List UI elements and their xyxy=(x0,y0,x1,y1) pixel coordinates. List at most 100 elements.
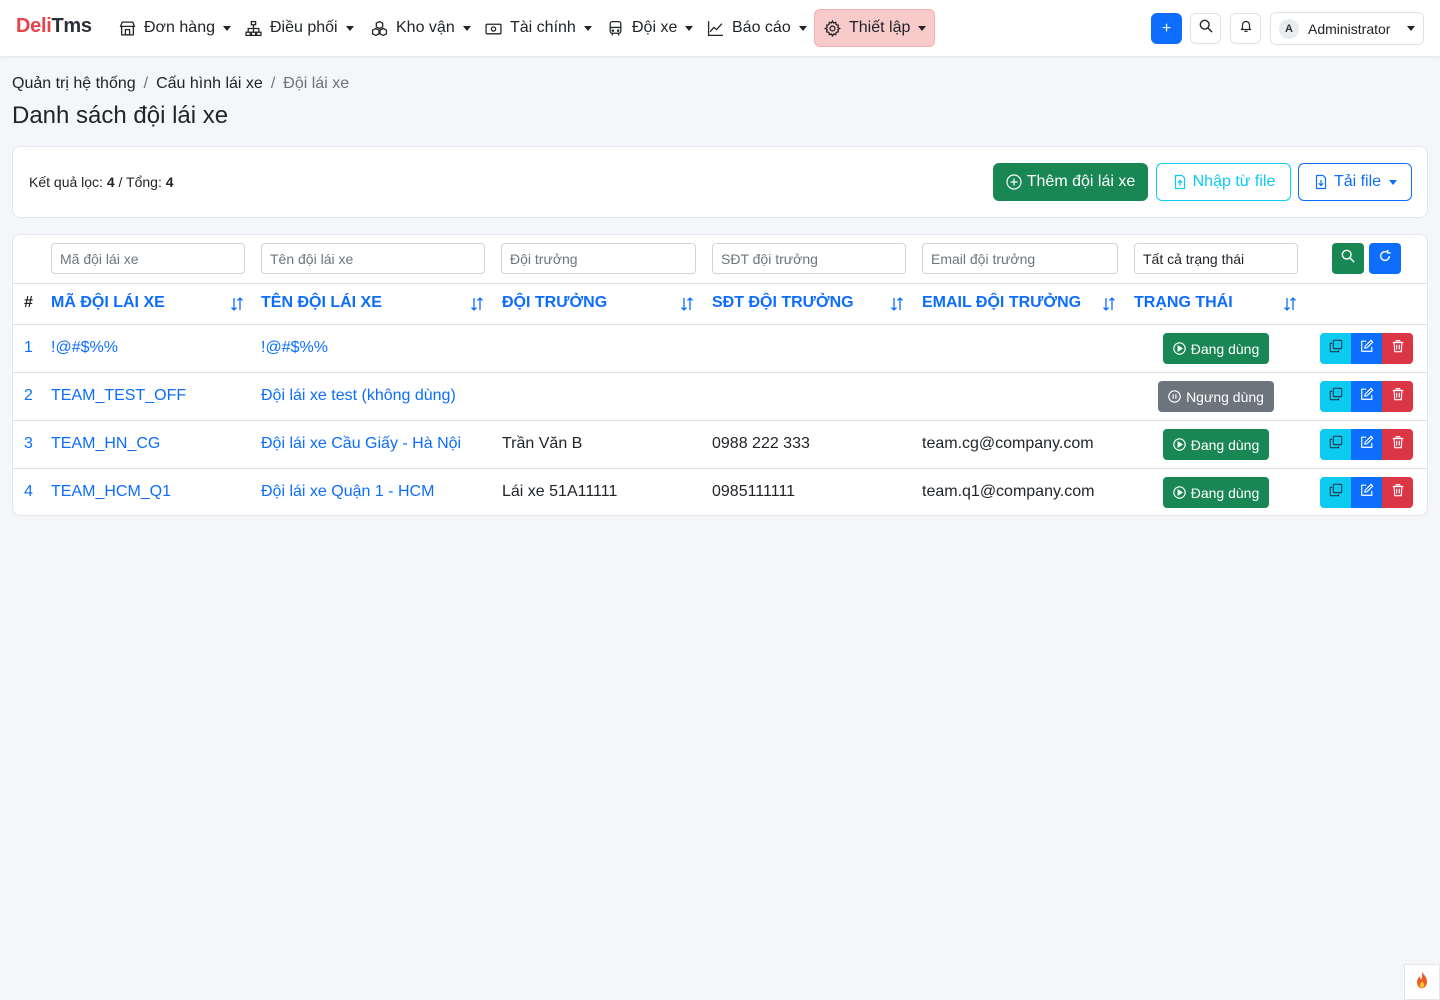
nav-doi-xe[interactable]: Đội xe xyxy=(598,9,701,47)
phone-filter-input[interactable]: SĐT đội trưởng xyxy=(712,243,906,274)
search-button[interactable] xyxy=(1190,13,1221,44)
col-email-header[interactable]: Email đội trưởng xyxy=(922,294,1081,312)
nav-kho-van[interactable]: Kho vận xyxy=(362,9,479,47)
divider xyxy=(13,372,1427,373)
nav-tai-chinh[interactable]: Tài chính xyxy=(476,9,600,47)
col-code-header[interactable]: Mã đội lái xe xyxy=(51,294,165,312)
edit-button[interactable] xyxy=(1351,477,1382,508)
row-index: 2 xyxy=(24,387,33,404)
nav-label: Báo cáo xyxy=(732,19,791,36)
quick-add-button[interactable]: + xyxy=(1151,13,1182,44)
status-filter-select[interactable]: Tất cả trạng thái xyxy=(1134,243,1298,274)
team-code-link[interactable]: TEAM_HN_CG xyxy=(51,435,160,453)
nav-label: Đội xe xyxy=(632,19,678,36)
gear-icon xyxy=(823,19,841,37)
brand-logo[interactable]: DeliTms xyxy=(16,15,92,38)
chevron-down-icon xyxy=(918,25,927,31)
delete-button[interactable] xyxy=(1382,429,1413,460)
plus-icon: + xyxy=(1161,19,1172,37)
search-icon xyxy=(1199,19,1213,38)
delete-button[interactable] xyxy=(1382,381,1413,412)
sort-icon[interactable] xyxy=(679,296,695,312)
nav-dieu-phoi[interactable]: Điều phối xyxy=(236,9,362,47)
sort-icon[interactable] xyxy=(229,296,245,312)
delete-button[interactable] xyxy=(1382,477,1413,508)
top-navbar: DeliTms Đơn hàng Điều phối Kho vận Tài c… xyxy=(0,0,1440,56)
col-phone-header[interactable]: SĐT đội trưởng xyxy=(712,294,854,312)
sort-icon[interactable] xyxy=(1282,296,1298,312)
team-name-link[interactable]: Đội lái xe Cầu Giấy - Hà Nội xyxy=(261,435,461,453)
breadcrumb-item[interactable]: Quản trị hệ thống xyxy=(12,75,136,93)
nav-don-hang[interactable]: Đơn hàng xyxy=(110,9,239,47)
delete-button[interactable] xyxy=(1382,333,1413,364)
filter-search-button[interactable] xyxy=(1332,243,1364,274)
nav-bao-cao[interactable]: Báo cáo xyxy=(698,9,815,47)
sort-icon[interactable] xyxy=(469,296,485,312)
col-leader-header[interactable]: Đội trưởng xyxy=(502,294,607,312)
import-file-button[interactable]: Nhập từ file xyxy=(1156,163,1291,201)
filter-reset-button[interactable] xyxy=(1369,243,1401,274)
chevron-down-icon xyxy=(685,25,694,31)
status-label: Đang dùng xyxy=(1190,484,1260,501)
team-name-link[interactable]: Đội lái xe Quận 1 - HCM xyxy=(261,483,434,501)
edit-icon xyxy=(1360,387,1374,406)
edit-button[interactable] xyxy=(1351,381,1382,412)
copy-icon xyxy=(1329,339,1343,358)
status-badge[interactable]: Đang dùng xyxy=(1163,333,1269,364)
team-email: team.q1@company.com xyxy=(922,483,1095,500)
name-filter-input[interactable]: Tên đội lái xe xyxy=(261,243,485,274)
user-menu[interactable]: A Administrator xyxy=(1270,12,1424,45)
total-label: / Tổng: xyxy=(118,174,162,190)
team-phone: 0985111111 xyxy=(712,483,796,500)
nav-label: Điều phối xyxy=(270,19,338,36)
leader-filter-input[interactable]: Đội trưởng xyxy=(501,243,696,274)
brand-part1: Deli xyxy=(16,15,52,37)
pause-circle-icon xyxy=(1168,390,1181,403)
col-status-header[interactable]: Trạng thái xyxy=(1134,294,1233,312)
fire-icon-button[interactable] xyxy=(1404,964,1440,1000)
sort-icon[interactable] xyxy=(889,296,905,312)
nav-thiet-lap[interactable]: Thiết lập xyxy=(814,9,936,47)
add-team-button[interactable]: Thêm đội lái xe xyxy=(993,163,1148,201)
team-code-link[interactable]: TEAM_HCM_Q1 xyxy=(51,483,171,501)
fire-icon xyxy=(1413,970,1431,995)
sort-icon[interactable] xyxy=(1101,296,1117,312)
avatar: A xyxy=(1279,18,1299,39)
copy-button[interactable] xyxy=(1320,381,1351,412)
status-badge[interactable]: Đang dùng xyxy=(1163,477,1269,508)
notifications-button[interactable] xyxy=(1230,13,1261,44)
status-badge[interactable]: Ngưng dùng xyxy=(1158,381,1274,412)
download-file-button[interactable]: Tải file xyxy=(1298,163,1412,201)
team-name-link[interactable]: Đội lái xe test (không dùng) xyxy=(261,387,456,405)
copy-button[interactable] xyxy=(1320,477,1351,508)
refresh-icon xyxy=(1378,249,1392,268)
chevron-down-icon xyxy=(222,25,231,31)
copy-icon xyxy=(1329,435,1343,454)
email-filter-input[interactable]: Email đội trưởng xyxy=(922,243,1118,274)
breadcrumb-item[interactable]: Cấu hình lái xe xyxy=(156,75,263,93)
edit-button[interactable] xyxy=(1351,333,1382,364)
team-code-link[interactable]: TEAM_TEST_OFF xyxy=(51,387,186,405)
breadcrumb-separator: / xyxy=(143,75,149,92)
trash-icon xyxy=(1391,387,1405,406)
copy-button[interactable] xyxy=(1320,333,1351,364)
edit-button[interactable] xyxy=(1351,429,1382,460)
search-icon xyxy=(1341,249,1355,268)
divider xyxy=(13,324,1427,325)
status-badge[interactable]: Đang dùng xyxy=(1163,429,1269,460)
col-name-header[interactable]: Tên đội lái xe xyxy=(261,294,382,312)
trash-icon xyxy=(1391,435,1405,454)
file-download-icon xyxy=(1313,174,1329,190)
boxes-icon xyxy=(370,19,388,37)
plus-circle-icon xyxy=(1006,174,1022,190)
code-filter-input[interactable]: Mã đội lái xe xyxy=(51,243,245,274)
page-title: Danh sách đội lái xe xyxy=(12,102,229,129)
chevron-down-icon xyxy=(1407,26,1415,31)
team-name-link[interactable]: !@#$%% xyxy=(261,339,328,357)
copy-button[interactable] xyxy=(1320,429,1351,460)
copy-icon xyxy=(1329,387,1343,406)
nav-label: Đơn hàng xyxy=(144,19,215,36)
brand-part2: Tms xyxy=(51,15,92,37)
breadcrumb-current: Đội lái xe xyxy=(283,75,350,92)
team-code-link[interactable]: !@#$%% xyxy=(51,339,118,357)
